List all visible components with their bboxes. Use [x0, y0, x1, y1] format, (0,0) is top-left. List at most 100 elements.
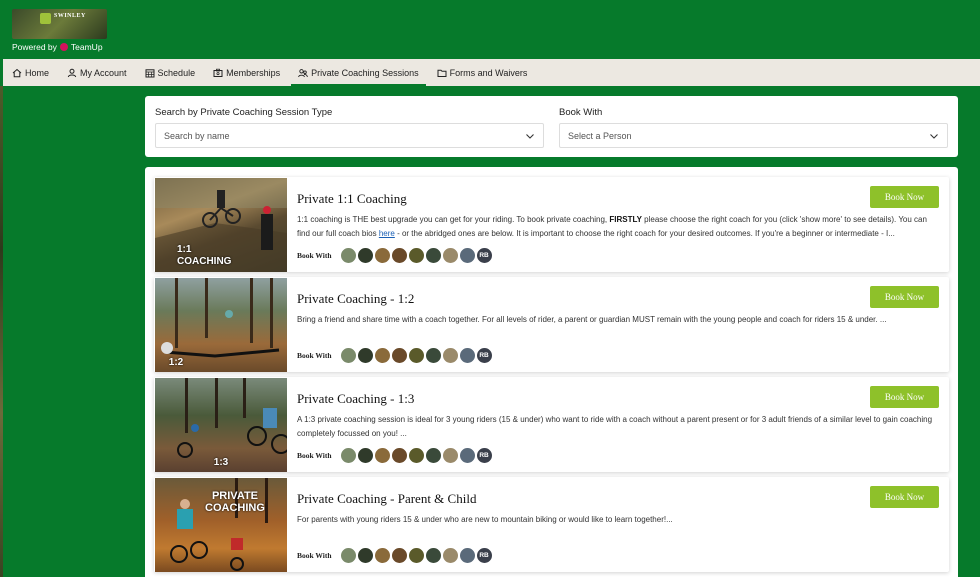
coach-avatar[interactable] — [442, 448, 458, 463]
book-now-button[interactable]: Book Now — [870, 186, 939, 208]
coach-avatar[interactable] — [340, 448, 356, 463]
book-now-button[interactable]: Book Now — [870, 286, 939, 308]
main-nav: Home My Account Schedule Memberships Pri… — [3, 59, 980, 86]
book-with-row: Book With RB — [297, 248, 492, 263]
coach-avatar-initials[interactable]: RB — [476, 448, 492, 463]
coach-avatar[interactable] — [442, 548, 458, 563]
coach-avatar[interactable] — [425, 248, 441, 263]
session-description: 1:1 coaching is THE best upgrade you can… — [297, 213, 939, 240]
coach-avatar[interactable] — [408, 348, 424, 363]
coach-avatar[interactable] — [425, 348, 441, 363]
session-thumbnail[interactable]: 1:1 COACHING — [155, 178, 287, 272]
book-now-button[interactable]: Book Now — [870, 486, 939, 508]
coach-avatar[interactable] — [357, 248, 373, 263]
nav-label: Schedule — [157, 67, 196, 78]
coach-bios-link[interactable]: here — [379, 229, 395, 238]
book-with-row: Book With RB — [297, 348, 492, 363]
folder-icon — [437, 69, 447, 77]
session-title[interactable]: Private Coaching - 1:2 — [297, 291, 414, 307]
calendar-icon — [145, 68, 155, 77]
session-type-select[interactable]: Search by name — [155, 123, 544, 148]
coach-avatar[interactable] — [374, 348, 390, 363]
nav-item-private-coaching[interactable]: Private Coaching Sessions — [289, 59, 428, 86]
coach-avatar[interactable] — [408, 548, 424, 563]
nav-item-home[interactable]: Home — [3, 59, 58, 86]
coach-avatar[interactable] — [340, 248, 356, 263]
coach-avatar[interactable] — [391, 348, 407, 363]
thumbnail-caption: 1:2 — [168, 357, 184, 368]
nav-label: Home — [25, 67, 50, 78]
session-list: 1:1 COACHING Private 1:1 Coaching Book N… — [145, 167, 958, 577]
coach-avatar[interactable] — [374, 248, 390, 263]
membership-card-icon — [213, 68, 223, 77]
coach-avatar[interactable] — [459, 348, 475, 363]
session-title[interactable]: Private 1:1 Coaching — [297, 191, 407, 207]
session-thumbnail[interactable]: 1:2 — [155, 278, 287, 372]
nav-item-my-account[interactable]: My Account — [58, 59, 136, 86]
coach-avatar[interactable] — [459, 448, 475, 463]
session-card[interactable]: PRIVATE COACHING Private Coaching - Pare… — [154, 477, 949, 572]
book-with-select[interactable]: Select a Person — [559, 123, 948, 148]
book-with-label: Book With — [297, 351, 332, 360]
coach-avatar[interactable] — [357, 448, 373, 463]
thumbnail-caption: 1:1 COACHING — [177, 244, 232, 267]
coach-avatar[interactable] — [357, 548, 373, 563]
coach-avatar[interactable] — [391, 448, 407, 463]
powered-by: Powered by TeamUp — [12, 42, 103, 52]
book-with-label: Book With — [297, 451, 332, 460]
session-thumbnail[interactable]: PRIVATE COACHING — [155, 478, 287, 572]
club-logo[interactable]: SWINLEY — [12, 9, 107, 39]
session-description: A 1:3 private coaching session is ideal … — [297, 415, 933, 438]
thumbnail-caption: PRIVATE COACHING — [205, 490, 265, 514]
coach-avatar[interactable] — [374, 448, 390, 463]
home-icon — [12, 68, 22, 77]
nav-label: Forms and Waivers — [449, 67, 528, 78]
session-card[interactable]: 1:3 Private Coaching - 1:3 Book Now A 1:… — [154, 377, 949, 472]
session-title[interactable]: Private Coaching - 1:3 — [297, 391, 414, 407]
book-with-label: Book With — [559, 107, 603, 118]
nav-item-memberships[interactable]: Memberships — [204, 59, 289, 86]
group-icon — [298, 68, 308, 77]
coach-avatar[interactable] — [340, 548, 356, 563]
book-with-placeholder: Select a Person — [568, 130, 632, 141]
coach-avatar[interactable] — [391, 548, 407, 563]
desc-text: - or the abridged ones are below. It is … — [394, 228, 895, 238]
site-header: SWINLEY Powered by TeamUp — [0, 0, 980, 59]
nav-item-forms-waivers[interactable]: Forms and Waivers — [428, 59, 537, 86]
nav-label: Memberships — [226, 67, 281, 78]
session-type-placeholder: Search by name — [164, 130, 230, 141]
logo-badge-icon — [40, 13, 51, 24]
session-card[interactable]: 1:1 COACHING Private 1:1 Coaching Book N… — [154, 177, 949, 272]
powered-brand: TeamUp — [70, 42, 103, 52]
coach-avatar-initials[interactable]: RB — [476, 548, 492, 563]
book-with-label: Book With — [297, 551, 332, 560]
book-with-row: Book With RB — [297, 448, 492, 463]
session-thumbnail[interactable]: 1:3 — [155, 378, 287, 472]
background-photo-strip — [0, 86, 3, 577]
book-with-label: Book With — [297, 251, 332, 260]
coach-avatar[interactable] — [425, 448, 441, 463]
book-now-button[interactable]: Book Now — [870, 386, 939, 408]
coach-avatar-initials[interactable]: RB — [476, 248, 492, 263]
coach-avatar[interactable] — [408, 248, 424, 263]
coach-avatar[interactable] — [442, 348, 458, 363]
session-type-label: Search by Private Coaching Session Type — [155, 107, 333, 118]
coach-avatar[interactable] — [459, 548, 475, 563]
session-card[interactable]: 1:2 Private Coaching - 1:2 Book Now Brin… — [154, 277, 949, 372]
chevron-down-icon — [526, 133, 534, 139]
coach-avatar-initials[interactable]: RB — [476, 348, 492, 363]
thumbnail-caption: 1:3 — [213, 457, 229, 468]
filter-panel: Search by Private Coaching Session Type … — [145, 96, 958, 157]
user-icon — [67, 68, 77, 77]
nav-item-schedule[interactable]: Schedule — [136, 59, 205, 86]
coach-avatar[interactable] — [340, 348, 356, 363]
coach-avatar[interactable] — [442, 248, 458, 263]
session-title[interactable]: Private Coaching - Parent & Child — [297, 491, 476, 507]
coach-avatar[interactable] — [357, 348, 373, 363]
powered-prefix: Powered by — [12, 42, 57, 52]
coach-avatar[interactable] — [391, 248, 407, 263]
coach-avatar[interactable] — [425, 548, 441, 563]
coach-avatar[interactable] — [459, 248, 475, 263]
coach-avatar[interactable] — [374, 548, 390, 563]
coach-avatar[interactable] — [408, 448, 424, 463]
